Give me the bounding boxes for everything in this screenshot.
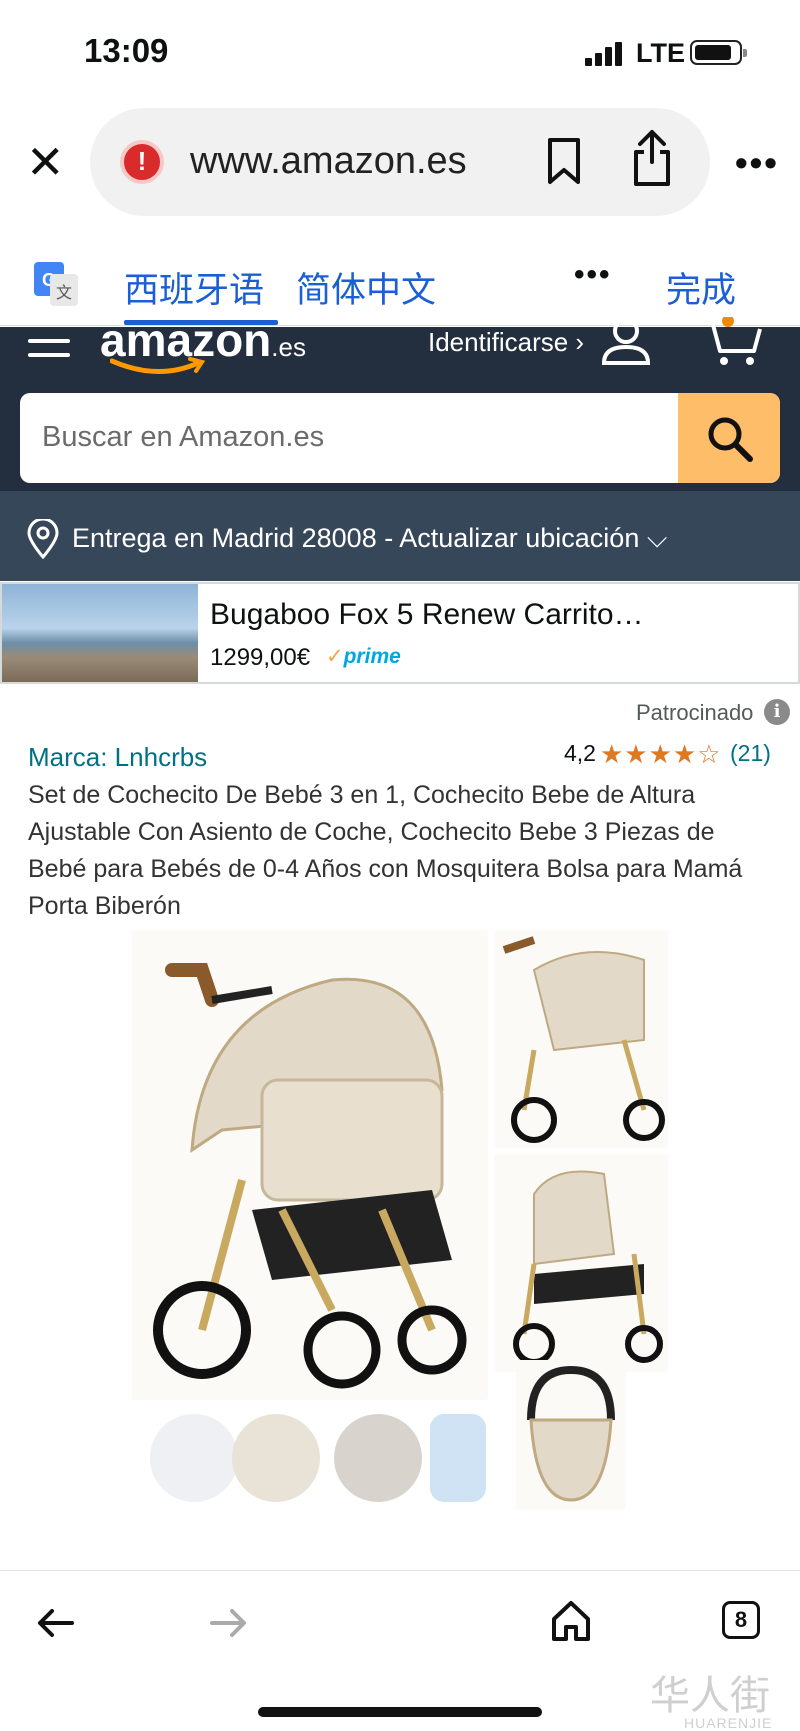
- product-title[interactable]: Set de Cochecito De Bebé 3 en 1, Cocheci…: [28, 777, 768, 925]
- close-tab-button[interactable]: ✕: [26, 139, 65, 185]
- address-bar[interactable]: www.amazon.es: [90, 108, 710, 216]
- delivery-location-bar[interactable]: Entrega en Madrid 28008 - Actualizar ubi…: [0, 491, 800, 581]
- source-language-tab[interactable]: 西班牙语: [124, 262, 264, 313]
- more-menu-icon[interactable]: •••: [735, 142, 779, 184]
- status-time: 13:09: [84, 32, 169, 69]
- google-translate-icon[interactable]: G 文: [34, 262, 78, 306]
- sponsored-ad-banner[interactable]: Bugaboo Fox 5 Renew Carrito… 1299,00€ ✓p…: [0, 582, 800, 684]
- prime-badge: ✓prime: [326, 645, 401, 668]
- info-icon[interactable]: i: [764, 699, 790, 725]
- ad-price: 1299,00€: [210, 644, 311, 671]
- battery-icon: [690, 40, 747, 65]
- search-bar[interactable]: Buscar en Amazon.es: [20, 393, 780, 483]
- rating-stars[interactable]: ★★★★☆: [600, 739, 722, 770]
- search-input[interactable]: Buscar en Amazon.es: [42, 421, 324, 454]
- watermark-sub: HUARENJIE: [684, 1715, 773, 1731]
- prime-check-icon: ✓: [326, 645, 344, 668]
- stroller-seat-image[interactable]: [494, 930, 668, 1148]
- bookmark-icon[interactable]: [544, 136, 584, 186]
- search-button[interactable]: [678, 393, 780, 483]
- search-icon: [708, 417, 753, 462]
- user-icon[interactable]: [598, 321, 654, 365]
- ad-title[interactable]: Bugaboo Fox 5 Renew Carrito…: [210, 598, 644, 632]
- ad-product-image[interactable]: [2, 584, 198, 682]
- svg-text:文: 文: [56, 283, 72, 302]
- home-indicator: [258, 1707, 542, 1717]
- sponsored-label: Patrocinado: [636, 700, 754, 725]
- thumbnail-rain-cover[interactable]: [232, 1414, 320, 1502]
- thumbnail-seat-pad[interactable]: [430, 1414, 486, 1502]
- rating-value: 4,2: [564, 740, 596, 766]
- back-arrow-icon[interactable]: [36, 1607, 76, 1639]
- browser-bottom-bar: 8 华人街 HUARENJIE: [0, 1570, 800, 1731]
- stroller-main-image[interactable]: [132, 930, 488, 1400]
- signal-icon: [585, 42, 622, 66]
- location-pin-icon: [27, 519, 59, 559]
- carseat-image[interactable]: [516, 1360, 626, 1510]
- url-text[interactable]: www.amazon.es: [190, 140, 467, 183]
- share-icon[interactable]: [630, 128, 674, 188]
- amazon-smile-icon: [110, 357, 206, 374]
- sign-in-link[interactable]: Identificarse ›: [428, 327, 584, 358]
- product-image-gallery[interactable]: [0, 930, 800, 1530]
- forward-arrow-icon[interactable]: [208, 1607, 248, 1639]
- thumbnail-cup-holder[interactable]: [334, 1414, 422, 1502]
- cart-icon[interactable]: [700, 317, 764, 367]
- translate-done-button[interactable]: 完成: [666, 262, 736, 313]
- security-warning-icon[interactable]: [120, 140, 164, 184]
- home-icon[interactable]: [550, 1599, 592, 1643]
- review-count-link[interactable]: (21): [730, 740, 771, 767]
- stroller-carseat-image[interactable]: [494, 1154, 668, 1372]
- brand-link[interactable]: Marca: Lnhcrbs: [28, 742, 207, 773]
- amazon-header: amazon.es Identificarse › Buscar en Amaz…: [0, 314, 800, 491]
- watermark: 华人街: [650, 1673, 770, 1719]
- network-label: LTE: [636, 38, 685, 68]
- target-language-tab[interactable]: 简体中文: [296, 262, 436, 313]
- menu-icon[interactable]: [28, 339, 70, 367]
- tab-count-button[interactable]: 8: [722, 1601, 760, 1639]
- status-bar: 13:09 LTE: [0, 0, 800, 100]
- thumbnail-mosquito-net[interactable]: [150, 1414, 238, 1502]
- delivery-text[interactable]: Entrega en Madrid 28008 - Actualizar ubi…: [72, 523, 667, 555]
- translate-more-icon[interactable]: •••: [574, 258, 612, 292]
